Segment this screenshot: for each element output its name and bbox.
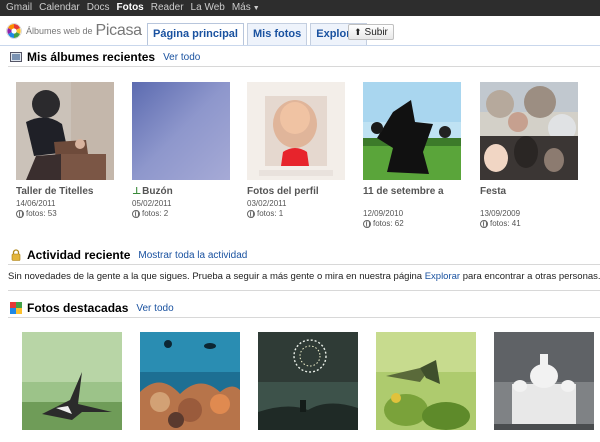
upload-button[interactable]: ⬆ Subir: [348, 24, 394, 40]
google-bar: Gmail Calendar Docs Fotos Reader La Web …: [0, 0, 600, 16]
gbar-calendar[interactable]: Calendar: [39, 0, 80, 16]
album-title-row[interactable]: ⊥ Buzón: [132, 186, 173, 197]
section-divider: [8, 66, 600, 67]
activity-title: Actividad reciente: [27, 248, 131, 262]
album-photo-count: fotos: 53: [16, 209, 57, 218]
album-thumbnail[interactable]: [16, 82, 114, 180]
upload-icon: ⬆: [354, 27, 362, 37]
globe-icon: [16, 209, 24, 218]
album-thumbnail-image: [480, 82, 578, 180]
album-title[interactable]: 11 de setembre a: [363, 186, 444, 197]
album-count-text: fotos: 2: [142, 209, 169, 218]
album-thumbnail[interactable]: [247, 82, 345, 180]
featured-photo-image: [376, 332, 476, 430]
album-icon: [10, 51, 22, 63]
upload-arrow-icon: ⊥: [132, 186, 142, 197]
album-title[interactable]: Buzón: [142, 186, 173, 197]
album-thumbnail-image: [16, 82, 114, 180]
recent-albums-title: Mis álbumes recientes: [27, 50, 156, 64]
featured-photo-image: [258, 332, 358, 430]
album-title[interactable]: Taller de Titelles: [16, 186, 93, 197]
featured-photo-image: [22, 332, 122, 430]
logo-brand: Picasa: [95, 22, 143, 39]
lock-icon: [10, 249, 22, 261]
album-title[interactable]: Fotos del perfil: [247, 186, 319, 197]
activity-message: Sin novedades de la gente a la que sigue…: [8, 271, 600, 282]
featured-photo-fireworks[interactable]: [258, 332, 358, 430]
album-photo-count: fotos: 1: [247, 209, 283, 218]
recent-albums-see-all-link[interactable]: Ver todo: [163, 52, 200, 63]
tab-pagina-principal[interactable]: Página principal: [147, 23, 244, 45]
featured-see-all-link[interactable]: Ver todo: [136, 303, 173, 314]
featured-header: Fotos destacadas Ver todo: [0, 300, 600, 316]
album-date: 12/09/2010: [363, 209, 404, 218]
tab-mis-fotos[interactable]: Mis fotos: [246, 23, 308, 45]
globe-icon: [480, 219, 488, 228]
activity-header: Actividad reciente Mostrar toda la activ…: [0, 247, 600, 263]
album-date: 14/06/2011: [16, 199, 56, 208]
globe-icon: [363, 219, 371, 228]
featured-title: Fotos destacadas: [27, 301, 129, 315]
album-date: 13/09/2009: [480, 209, 521, 218]
album-thumbnail[interactable]: [480, 82, 578, 180]
featured-photos-icon: [10, 302, 22, 314]
featured-photo-image: [494, 332, 594, 430]
picasa-pinwheel-icon: [6, 23, 22, 39]
album-photo-count: fotos: 62: [363, 219, 404, 228]
album-date: 03/02/2011: [247, 199, 287, 208]
album-thumbnail-image: [363, 82, 461, 180]
picasa-header: Álbumes web de Picasa Página principal M…: [0, 16, 600, 46]
album-count-text: fotos: 53: [26, 209, 57, 218]
logo-prefix: Álbumes web de: [26, 26, 93, 36]
explore-link[interactable]: Explorar: [425, 271, 460, 282]
gbar-docs[interactable]: Docs: [87, 0, 110, 16]
section-divider: [8, 290, 600, 291]
featured-photo-cathedral[interactable]: [494, 332, 594, 430]
album-thumbnail[interactable]: [132, 82, 230, 180]
globe-icon: [132, 209, 140, 218]
gbar-mas[interactable]: Más ▼: [232, 0, 260, 17]
activity-text-after: para encontrar a otras personas.: [462, 271, 600, 282]
album-date: 05/02/2011: [132, 199, 172, 208]
activity-show-all-link[interactable]: Mostrar toda la actividad: [138, 250, 247, 261]
header-divider: [0, 45, 600, 46]
picasa-logo[interactable]: Álbumes web de Picasa: [6, 22, 142, 40]
gbar-fotos[interactable]: Fotos: [117, 0, 144, 16]
featured-photo-coral-reef[interactable]: [140, 332, 240, 430]
album-thumbnail-image: [247, 82, 345, 180]
upload-label: Subir: [364, 27, 388, 38]
featured-photo-tern[interactable]: [22, 332, 122, 430]
gbar-la-web[interactable]: La Web: [191, 0, 225, 16]
featured-photo-image: [140, 332, 240, 430]
globe-icon: [247, 209, 255, 218]
album-photo-count: fotos: 41: [480, 219, 521, 228]
album-thumbnail[interactable]: [363, 82, 461, 180]
section-divider: [8, 264, 600, 265]
section-divider: [8, 317, 600, 318]
chevron-down-icon: ▼: [252, 4, 260, 12]
gbar-mas-label: Más: [231, 1, 251, 13]
album-count-text: fotos: 41: [490, 219, 521, 228]
recent-albums-header: Mis álbumes recientes Ver todo: [0, 49, 600, 65]
activity-text-before: Sin novedades de la gente a la que sigue…: [8, 271, 423, 282]
album-count-text: fotos: 62: [373, 219, 404, 228]
gbar-gmail[interactable]: Gmail: [6, 0, 32, 16]
main-tabs: Página principal Mis fotos Explorar: [147, 23, 370, 45]
album-photo-count: fotos: 2: [132, 209, 168, 218]
album-count-text: fotos: 1: [257, 209, 284, 218]
gbar-reader[interactable]: Reader: [151, 0, 184, 16]
featured-photo-hummingbird[interactable]: [376, 332, 476, 430]
album-title[interactable]: Festa: [480, 186, 506, 197]
